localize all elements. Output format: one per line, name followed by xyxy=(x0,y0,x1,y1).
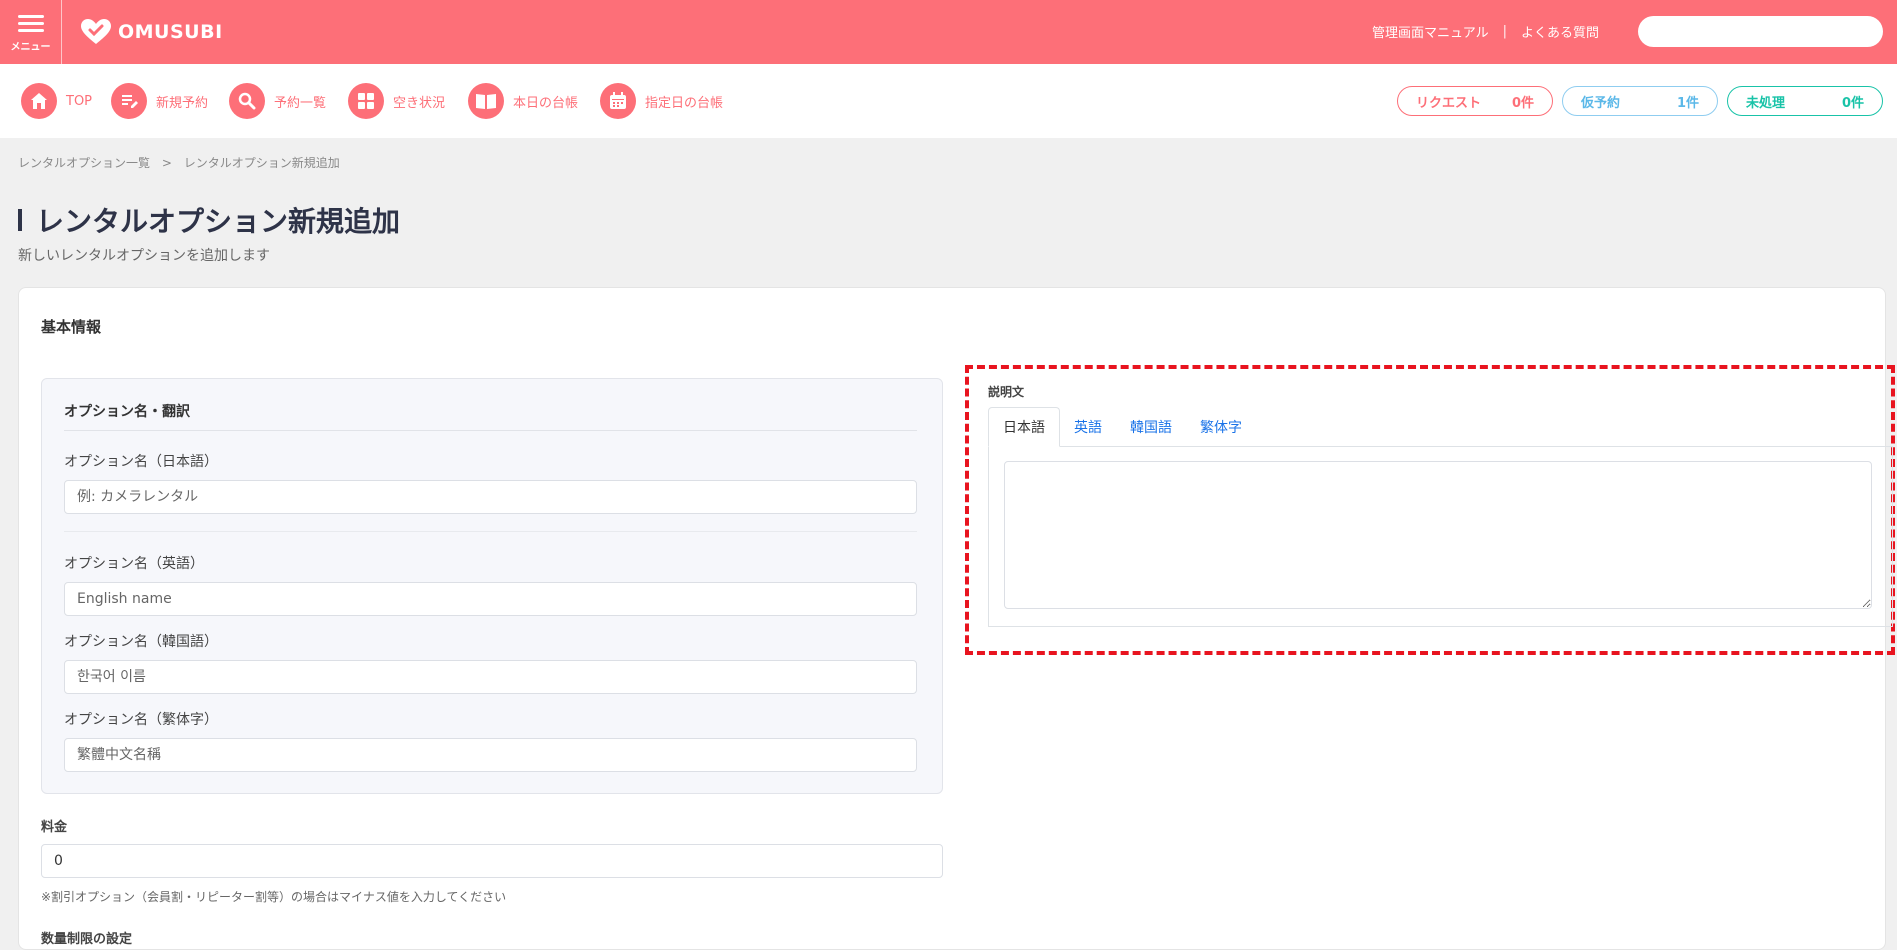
nav-item-today-ledger[interactable]: 本日の台帳 xyxy=(468,83,578,119)
book-icon xyxy=(468,83,504,119)
option-name-japanese-input[interactable] xyxy=(64,480,917,514)
price-note: ※割引オプション（会員割・リピーター割等）の場合はマイナス値を入力してください xyxy=(41,890,507,904)
option-name-korean-input[interactable] xyxy=(64,660,917,694)
field-label-traditional-chinese: オプション名（繁体字） xyxy=(64,712,218,728)
title-accent-bar xyxy=(18,209,22,231)
search-icon xyxy=(229,83,265,119)
page-title-text: レンタルオプション新規追加 xyxy=(36,205,401,238)
option-name-traditional-chinese-input[interactable] xyxy=(64,738,917,772)
description-tab-pane xyxy=(988,447,1893,627)
quantity-limit-label: 数量制限の設定 xyxy=(41,932,133,947)
logo-text: OMUSUBI xyxy=(118,21,223,43)
option-name-panel: オプション名・翻訳 オプション名（日本語） オプション名（英語） オプション名（… xyxy=(41,378,943,794)
provisional-status-pill[interactable]: 仮予約 1件 xyxy=(1562,86,1718,116)
breadcrumb-item-list[interactable]: レンタルオプション一覧 xyxy=(18,156,150,170)
language-tabs: 日本語 英語 韓国語 繁体字 xyxy=(988,407,1893,447)
nav-item-date-ledger[interactable]: 指定日の台帳 xyxy=(600,83,723,119)
header-link-divider: | xyxy=(1502,24,1508,39)
breadcrumb-separator: > xyxy=(161,156,172,170)
breadcrumb-item-current: レンタルオプション新規追加 xyxy=(183,156,340,170)
nav-item-label: 本日の台帳 xyxy=(513,95,579,111)
tab-english[interactable]: 英語 xyxy=(1060,407,1116,447)
header-links: 管理画面マニュアル | よくある質問 xyxy=(1372,22,1599,41)
pill-label: 未処理 xyxy=(1746,95,1786,111)
request-status-pill[interactable]: リクエスト 0件 xyxy=(1397,86,1553,116)
price-label: 料金 xyxy=(41,820,68,835)
manual-link[interactable]: 管理画面マニュアル xyxy=(1372,22,1489,41)
option-name-english-input[interactable] xyxy=(64,582,917,616)
nav-item-label: 指定日の台帳 xyxy=(645,95,724,111)
logo[interactable]: OMUSUBI xyxy=(80,18,223,46)
pill-label: リクエスト xyxy=(1416,95,1482,111)
edit-list-icon xyxy=(111,83,147,119)
calendar-icon xyxy=(600,83,636,119)
nav-item-new-booking[interactable]: 新規予約 xyxy=(111,83,208,119)
tab-korean[interactable]: 韓国語 xyxy=(1116,407,1186,447)
pill-count: 0件 xyxy=(1511,95,1534,111)
price-input[interactable] xyxy=(41,844,943,878)
nav-item-label: 空き状況 xyxy=(393,95,446,111)
nav-item-label: TOP xyxy=(66,93,93,109)
unprocessed-status-pill[interactable]: 未処理 0件 xyxy=(1727,86,1883,116)
nav-item-booking-list[interactable]: 予約一覧 xyxy=(229,83,326,119)
top-header: メニュー OMUSUBI 管理画面マニュアル | よくある質問 xyxy=(0,0,1897,64)
panel-title: オプション名・翻訳 xyxy=(64,404,190,420)
section-title: 基本情報 xyxy=(41,318,102,336)
description-textarea[interactable] xyxy=(1004,461,1872,609)
divider xyxy=(64,531,917,532)
logo-heart-icon xyxy=(81,19,111,44)
hamburger-icon xyxy=(17,11,44,36)
tab-traditional-chinese[interactable]: 繁体字 xyxy=(1186,407,1256,447)
description-label: 説明文 xyxy=(988,385,1025,399)
faq-link[interactable]: よくある質問 xyxy=(1521,22,1599,41)
field-label-english: オプション名（英語） xyxy=(64,556,204,572)
home-icon xyxy=(21,83,57,119)
header-search-input[interactable] xyxy=(1638,16,1883,47)
nav-item-availability[interactable]: 空き状況 xyxy=(348,83,445,119)
page-subtitle: 新しいレンタルオプションを追加します xyxy=(18,248,270,264)
nav-item-top[interactable]: TOP xyxy=(21,83,92,119)
menu-button[interactable]: メニュー xyxy=(0,0,62,64)
description-section: 説明文 日本語 英語 韓国語 繁体字 xyxy=(965,365,1895,655)
nav-item-label: 予約一覧 xyxy=(274,95,327,111)
divider xyxy=(64,430,917,431)
grid-icon xyxy=(348,83,384,119)
pill-label: 仮予約 xyxy=(1581,95,1621,111)
breadcrumb: レンタルオプション一覧 > レンタルオプション新規追加 xyxy=(18,154,340,171)
page-title: レンタルオプション新規追加 xyxy=(18,200,400,240)
basic-info-card: 基本情報 オプション名・翻訳 オプション名（日本語） オプション名（英語） オプ… xyxy=(18,287,1895,950)
nav-item-label: 新規予約 xyxy=(156,95,209,111)
field-label-japanese: オプション名（日本語） xyxy=(64,454,218,470)
pill-count: 1件 xyxy=(1676,95,1699,111)
tab-japanese[interactable]: 日本語 xyxy=(988,407,1060,447)
pill-count: 0件 xyxy=(1841,95,1864,111)
menu-label: メニュー xyxy=(10,42,51,53)
field-label-korean: オプション名（韓国語） xyxy=(64,634,218,650)
nav-bar: TOP 新規予約 予約一覧 空き状況 本日の台帳 指定日の台帳 リクエスト 0件 xyxy=(0,64,1897,138)
